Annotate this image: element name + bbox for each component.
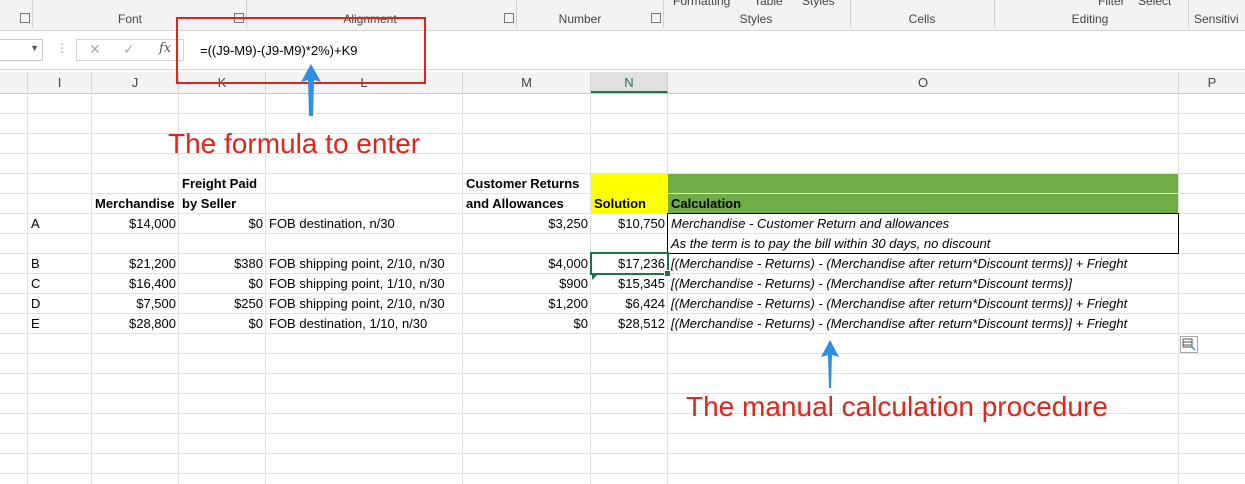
merchandise-value[interactable]: $28,800 — [92, 314, 179, 334]
header-returns-line1: Customer Returns — [466, 176, 580, 191]
ribbon-group-sensitivity: Sensitivi — [1194, 12, 1239, 26]
clipboard-dialog-launcher-icon[interactable] — [20, 13, 30, 23]
quick-analysis-icon[interactable] — [1180, 336, 1198, 353]
fill-handle[interactable] — [664, 270, 671, 277]
merchandise-value[interactable]: $21,200 — [92, 254, 179, 274]
chevron-down-icon[interactable]: ▼ — [30, 43, 39, 53]
gridline — [0, 113, 1245, 114]
sort-filter-label[interactable]: Filter — [1098, 0, 1125, 8]
row-label[interactable]: A — [28, 214, 43, 234]
gridline — [1178, 93, 1179, 484]
solution-value[interactable]: $15,345 — [591, 274, 668, 294]
terms-value[interactable]: FOB destination, 1/10, n/30 — [266, 314, 430, 334]
calculation-text[interactable]: [(Merchandise - Returns) - (Merchandise … — [668, 274, 1075, 294]
terms-value[interactable]: FOB shipping point, 2/10, n/30 — [266, 294, 448, 314]
ribbon-separator — [663, 0, 664, 28]
gridline — [0, 353, 1245, 354]
merchandise-value[interactable]: $7,500 — [92, 294, 179, 314]
returns-value[interactable]: $3,250 — [463, 214, 591, 234]
header-calculation: Calculation — [671, 196, 742, 211]
header-merchandise: Merchandise — [95, 196, 175, 211]
returns-value[interactable]: $900 — [463, 274, 591, 294]
returns-value[interactable]: $1,200 — [463, 294, 591, 314]
calculation-text[interactable]: [(Merchandise - Returns) - (Merchandise … — [668, 314, 1130, 334]
ribbon-separator — [32, 0, 33, 28]
find-select-label[interactable]: Select — [1138, 0, 1171, 8]
enter-icon[interactable]: ✓ — [123, 41, 135, 58]
ribbon-separator — [850, 0, 851, 28]
row-label[interactable]: C — [28, 274, 43, 294]
alignment-dialog-launcher-icon[interactable] — [504, 13, 514, 23]
column-header-partial[interactable] — [0, 72, 28, 93]
solution-value[interactable]: $28,512 — [591, 314, 668, 334]
manual-calc-annotation: The manual calculation procedure — [686, 391, 1108, 422]
more-options-icon[interactable]: ⋮ — [56, 41, 68, 55]
header-solution: Solution — [594, 196, 646, 211]
terms-value[interactable]: FOB shipping point, 2/10, n/30 — [266, 254, 448, 274]
freight-value[interactable]: $380 — [179, 254, 266, 274]
terms-value[interactable]: FOB shipping point, 1/10, n/30 — [266, 274, 448, 294]
ribbon-separator — [1188, 0, 1189, 28]
ribbon-group-cells: Cells — [908, 12, 936, 26]
formula-buttons: ✕ ✓ fx — [76, 39, 184, 61]
ribbon-group-font: Font — [117, 12, 142, 26]
column-header-j[interactable]: J — [92, 72, 179, 93]
header-returns-line2: and Allowances — [466, 196, 564, 211]
freight-value[interactable]: $250 — [179, 294, 266, 314]
error-indicator-icon[interactable] — [592, 274, 598, 280]
cancel-icon[interactable]: ✕ — [89, 41, 101, 58]
row-label[interactable]: D — [28, 294, 43, 314]
merchandise-value[interactable]: $14,000 — [92, 214, 179, 234]
conditional-formatting-label[interactable]: Formatting — [673, 0, 730, 8]
formula-annotation: The formula to enter — [168, 128, 421, 159]
freight-value[interactable]: $0 — [179, 214, 266, 234]
calculation-text[interactable]: [(Merchandise - Returns) - (Merchandise … — [668, 294, 1130, 314]
terms-value[interactable]: FOB destination, n/30 — [266, 214, 398, 234]
active-cell-selection[interactable] — [590, 252, 669, 275]
calculation-text[interactable]: [(Merchandise - Returns) - (Merchandise … — [668, 254, 1130, 274]
insert-function-icon[interactable]: fx — [159, 41, 171, 56]
solution-value[interactable]: $10,750 — [591, 214, 668, 234]
ribbon-group-editing: Editing — [1071, 12, 1109, 26]
gridline — [0, 373, 1245, 374]
returns-value[interactable]: $4,000 — [463, 254, 591, 274]
ribbon-separator — [516, 0, 517, 28]
header-freight-line1: Freight Paid — [182, 176, 258, 191]
ribbon-separator — [994, 0, 995, 28]
freight-value[interactable]: $0 — [179, 314, 266, 334]
header-freight-line2: by Seller — [182, 196, 237, 211]
ribbon-group-styles: Styles — [739, 12, 773, 26]
cell-styles-label[interactable]: Styles — [802, 0, 835, 8]
column-header-i[interactable]: I — [28, 72, 92, 93]
gridline — [0, 433, 1245, 434]
row-label[interactable]: E — [28, 314, 43, 334]
merchandise-value[interactable]: $16,400 — [92, 274, 179, 294]
ribbon-group-number: Number — [558, 12, 602, 26]
gridline — [0, 453, 1245, 454]
returns-value[interactable]: $0 — [463, 314, 591, 334]
column-header-p[interactable]: P — [1179, 72, 1245, 93]
arrow-up-icon — [301, 64, 321, 116]
row-label[interactable]: B — [28, 254, 43, 274]
name-box[interactable]: ▼ — [0, 39, 43, 61]
number-dialog-launcher-icon[interactable] — [651, 13, 661, 23]
gridline — [0, 473, 1245, 474]
column-header-n[interactable]: N — [591, 72, 668, 93]
arrow-up-icon — [821, 340, 839, 388]
solution-value[interactable]: $6,424 — [591, 294, 668, 314]
column-header-m[interactable]: M — [463, 72, 591, 93]
calculation-text[interactable]: Merchandise - Customer Return and allowa… — [668, 214, 952, 234]
calculation-text-note[interactable]: As the term is to pay the bill within 30… — [668, 234, 993, 254]
format-as-table-label[interactable]: Table — [754, 0, 783, 8]
column-header-o[interactable]: O — [668, 72, 1179, 93]
freight-value[interactable]: $0 — [179, 274, 266, 294]
